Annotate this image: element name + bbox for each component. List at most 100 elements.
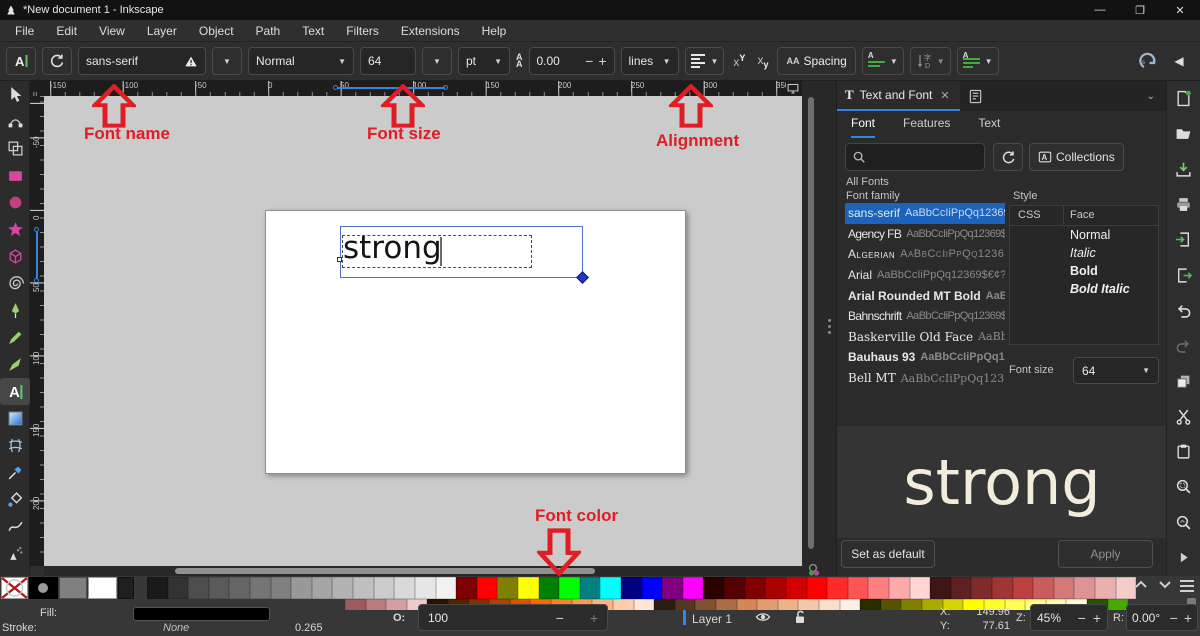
zoom-selection-button[interactable]: [1167, 469, 1200, 504]
duplicate-button[interactable]: [1167, 363, 1200, 398]
palette-swatch[interactable]: [971, 577, 992, 599]
canvas-text[interactable]: strong: [343, 230, 442, 266]
font-list-item[interactable]: Bell MTAaBbCcIiPpQq12369$€¢?: [845, 368, 1005, 389]
palette-swatch[interactable]: [1033, 577, 1054, 599]
menu-file[interactable]: File: [4, 20, 45, 42]
gradient-tool[interactable]: [0, 405, 30, 432]
rotation-increment-icon[interactable]: +: [1184, 610, 1192, 626]
palette-swatch[interactable]: [765, 577, 786, 599]
swatch-gray[interactable]: [59, 577, 87, 599]
palette-swatch[interactable]: [188, 577, 209, 599]
swatch-dark-gray[interactable]: [118, 577, 134, 599]
undo-button[interactable]: [1167, 293, 1200, 328]
line-height-field[interactable]: 0.00−+: [529, 47, 615, 75]
paint-bucket-tool[interactable]: [0, 486, 30, 513]
palette-swatch[interactable]: [621, 577, 642, 599]
opacity-field[interactable]: 100 −+: [418, 604, 608, 631]
palette-swatch[interactable]: [613, 599, 634, 610]
dropper-tool[interactable]: [0, 459, 30, 486]
font-search-input[interactable]: [845, 143, 985, 171]
palette-swatch[interactable]: [374, 577, 395, 599]
swatch-white[interactable]: [88, 577, 117, 599]
palette-swatch[interactable]: [394, 577, 415, 599]
palette-swatch[interactable]: [539, 577, 560, 599]
font-family-dropdown[interactable]: ▼: [212, 47, 242, 75]
redo-button[interactable]: [1167, 328, 1200, 363]
line-unit-dropdown[interactable]: lines▼: [621, 47, 679, 75]
style-column-face[interactable]: Face: [1064, 206, 1094, 225]
text-tool[interactable]: A: [0, 378, 30, 405]
dialog-close-icon[interactable]: ✕: [940, 89, 949, 102]
palette-swatch[interactable]: [683, 577, 704, 599]
palette-swatch[interactable]: [868, 577, 889, 599]
text-anchor-handle[interactable]: [337, 257, 342, 262]
collections-button[interactable]: A Collections: [1029, 143, 1124, 171]
calligraphy-tool[interactable]: [0, 351, 30, 378]
palette-swatch[interactable]: [477, 577, 498, 599]
palette-swatch[interactable]: [992, 577, 1013, 599]
font-list-item[interactable]: Agency FBAaBbCcIiPpQq12369$: [845, 224, 1005, 245]
print-button[interactable]: [1167, 187, 1200, 222]
palette-swatch[interactable]: [634, 599, 655, 610]
font-list-item[interactable]: Arial Rounded MT BoldAaBbCcIi: [845, 285, 1005, 306]
mesh-gradient-tool[interactable]: [0, 432, 30, 459]
menu-text[interactable]: Text: [291, 20, 335, 42]
collapse-toolbar-icon[interactable]: ◀: [1164, 47, 1194, 75]
opacity-decrement-icon[interactable]: −: [556, 610, 564, 626]
palette-swatch[interactable]: [951, 577, 972, 599]
palette-swatch[interactable]: [436, 577, 457, 599]
open-document-button[interactable]: [1167, 116, 1200, 151]
zoom-decrement-icon[interactable]: −: [1078, 610, 1086, 626]
palette-menu-icon[interactable]: [1180, 580, 1194, 592]
xml-editor-tab-icon[interactable]: [968, 89, 983, 104]
layer-visibility-eye-icon[interactable]: [754, 609, 772, 625]
palette-swatch[interactable]: [580, 577, 601, 599]
palette-swatch[interactable]: [559, 577, 580, 599]
text-tool-indicator-icon[interactable]: A: [6, 47, 36, 75]
node-tool[interactable]: [0, 108, 30, 135]
rectangle-tool[interactable]: [0, 162, 30, 189]
box3d-tool[interactable]: [0, 243, 30, 270]
fill-color-swatch[interactable]: [133, 607, 270, 621]
palette-swatch[interactable]: [642, 577, 663, 599]
new-document-button[interactable]: [1167, 81, 1200, 116]
style-option[interactable]: Normal: [1010, 226, 1158, 244]
font-list-item[interactable]: sans-serifAaBbCcIiPpQq12369$: [845, 203, 1005, 224]
layer-name[interactable]: Layer 1: [692, 612, 732, 626]
ellipse-tool[interactable]: [0, 189, 30, 216]
minimize-button[interactable]: —: [1080, 0, 1120, 20]
set-as-default-button[interactable]: Set as default: [841, 540, 935, 568]
selector-tool[interactable]: [0, 81, 30, 108]
palette-swatch[interactable]: [415, 577, 436, 599]
spacing-button[interactable]: AA Spacing: [777, 47, 855, 75]
palette-swatch[interactable]: [353, 577, 374, 599]
import-button[interactable]: [1167, 222, 1200, 257]
font-style-dropdown[interactable]: Normal▼: [248, 47, 354, 75]
palette-swatch[interactable]: [860, 599, 881, 610]
palette-swatch[interactable]: [600, 577, 621, 599]
palette-swatch[interactable]: [724, 577, 745, 599]
zoom-field[interactable]: 45% −+: [1030, 604, 1108, 631]
palette-swatch[interactable]: [332, 577, 353, 599]
tab-text-and-font[interactable]: T Text and Font ✕: [837, 81, 960, 111]
palette-swatch[interactable]: [675, 599, 696, 610]
word-spacing-dropdown[interactable]: A ▼: [957, 47, 999, 75]
font-list-item[interactable]: AlgerianAaBbCcIiPpQq12369$€: [845, 244, 1005, 265]
palette-swatch[interactable]: [518, 577, 539, 599]
units-dropdown[interactable]: pt▼: [458, 47, 510, 75]
font-size-dropdown[interactable]: 64 ▼: [1073, 357, 1159, 384]
style-column-css[interactable]: CSS: [1010, 206, 1064, 225]
menu-view[interactable]: View: [88, 20, 136, 42]
zoom-drawing-button[interactable]: [1167, 505, 1200, 540]
increment-icon[interactable]: +: [598, 53, 606, 69]
refresh-fonts-button[interactable]: [993, 143, 1023, 171]
style-option[interactable]: Bold Italic: [1010, 280, 1158, 298]
tab-font[interactable]: Font: [851, 111, 875, 138]
palette-swatch[interactable]: [703, 577, 724, 599]
export-button[interactable]: [1167, 257, 1200, 292]
pencil-tool[interactable]: [0, 324, 30, 351]
font-list-item[interactable]: Baskerville Old FaceAaBbCcIiPpQ: [845, 327, 1005, 348]
alignment-dropdown[interactable]: ▼: [685, 47, 725, 75]
tab-text[interactable]: Text: [978, 111, 1000, 138]
vertical-ruler[interactable]: -50050100150200: [30, 96, 44, 566]
